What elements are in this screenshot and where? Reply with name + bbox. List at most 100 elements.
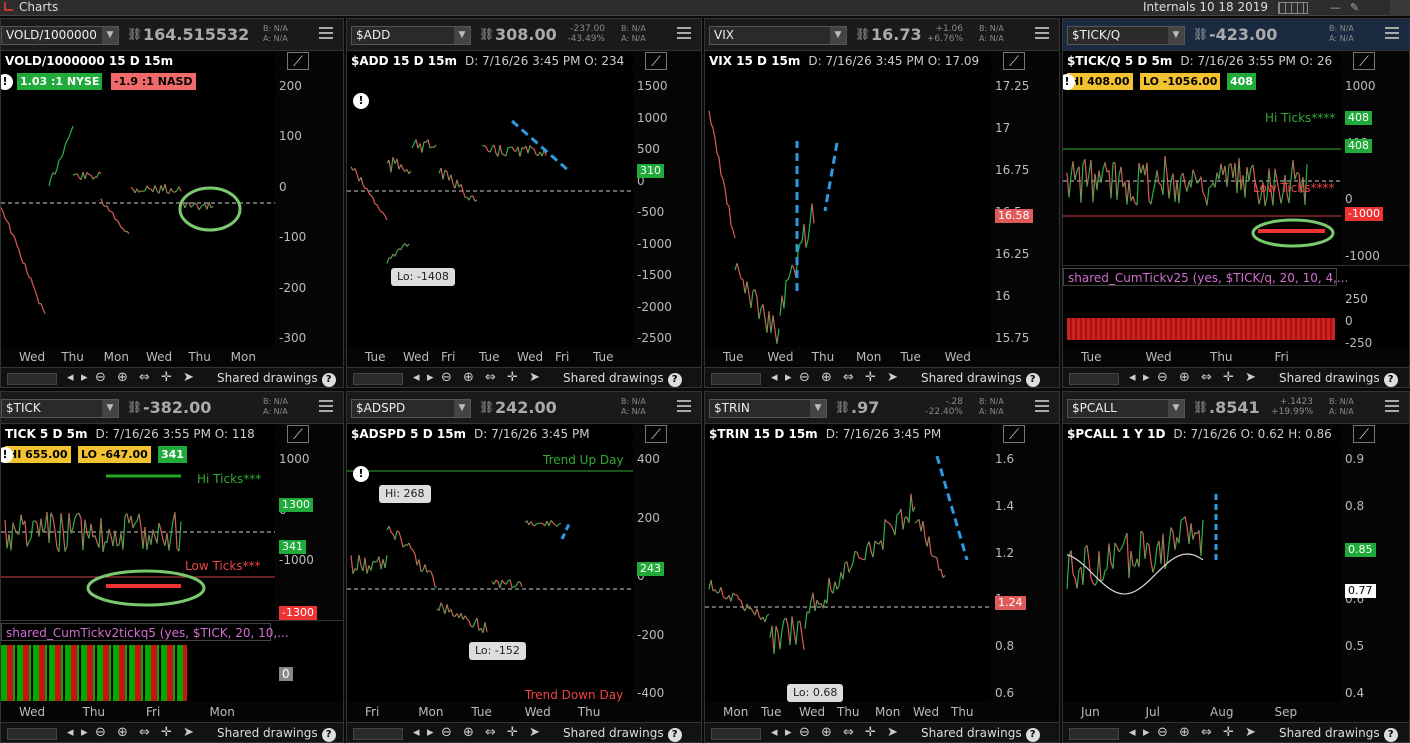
symbol-selector[interactable]: VIX ▼: [709, 26, 847, 45]
link-icon[interactable]: ⛓: [479, 27, 494, 43]
scroll-left-icon[interactable]: ◂: [67, 370, 74, 385]
panel-menu-icon[interactable]: [319, 400, 333, 412]
symbol-selector[interactable]: $PCALL ▼: [1067, 399, 1185, 418]
shared-drawings-menu[interactable]: Shared drawings?: [921, 371, 1040, 387]
scroll-thumb[interactable]: [711, 373, 761, 385]
crosshair-icon[interactable]: ✛: [1223, 370, 1234, 385]
scroll-left-icon[interactable]: ◂: [1129, 370, 1136, 385]
scroll-left-icon[interactable]: ◂: [771, 725, 778, 740]
fit-icon[interactable]: ⇔: [843, 370, 854, 385]
zoom-out-icon[interactable]: ⊖: [1157, 725, 1168, 740]
fit-icon[interactable]: ⇔: [139, 370, 150, 385]
scroll-thumb[interactable]: [7, 728, 57, 740]
scroll-left-icon[interactable]: ◂: [771, 370, 778, 385]
zoom-out-icon[interactable]: ⊖: [95, 725, 106, 740]
crosshair-icon[interactable]: ✛: [161, 370, 172, 385]
drawing-tool-icon[interactable]: ⟋: [1003, 425, 1025, 443]
chevron-down-icon[interactable]: ▼: [454, 27, 470, 44]
scroll-right-icon[interactable]: ▸: [81, 725, 88, 740]
crosshair-icon[interactable]: ✛: [161, 725, 172, 740]
fit-icon[interactable]: ⇔: [485, 725, 496, 740]
help-icon[interactable]: ?: [1025, 728, 1040, 742]
pointer-icon[interactable]: ➤: [183, 725, 194, 740]
zoom-out-icon[interactable]: ⊖: [441, 370, 452, 385]
chevron-down-icon[interactable]: ▼: [102, 27, 118, 44]
pin-icon[interactable]: ✎: [1350, 0, 1359, 15]
panel-menu-icon[interactable]: [1035, 400, 1049, 412]
chevron-down-icon[interactable]: ▼: [810, 400, 826, 417]
panel-menu-icon[interactable]: [1035, 27, 1049, 39]
scroll-thumb[interactable]: [7, 373, 57, 385]
fit-icon[interactable]: ⇔: [139, 725, 150, 740]
pointer-icon[interactable]: ➤: [529, 725, 540, 740]
zoom-out-icon[interactable]: ⊖: [799, 370, 810, 385]
alert-icon[interactable]: !: [353, 466, 369, 482]
chevron-down-icon[interactable]: ▼: [454, 400, 470, 417]
help-icon[interactable]: ?: [321, 728, 336, 742]
symbol-selector[interactable]: $ADSPD ▼: [351, 399, 471, 418]
help-icon[interactable]: ?: [1025, 373, 1040, 387]
crosshair-icon[interactable]: ✛: [507, 370, 518, 385]
symbol-selector[interactable]: $TRIN ▼: [709, 399, 827, 418]
link-icon[interactable]: ⛓: [835, 400, 850, 416]
scroll-thumb[interactable]: [1069, 728, 1119, 740]
scroll-thumb[interactable]: [353, 373, 403, 385]
scroll-left-icon[interactable]: ◂: [413, 370, 420, 385]
help-icon[interactable]: ?: [667, 728, 682, 742]
zoom-out-icon[interactable]: ⊖: [441, 725, 452, 740]
help-icon[interactable]: ?: [321, 373, 336, 387]
link-icon[interactable]: ⛓: [855, 27, 870, 43]
zoom-out-icon[interactable]: ⊖: [799, 725, 810, 740]
symbol-selector[interactable]: $TICK ▼: [1, 399, 119, 418]
time-axis[interactable]: Mon Tue Wed Thu Mon Wed Thu: [705, 702, 991, 722]
shared-drawings-menu[interactable]: Shared drawings?: [217, 371, 336, 387]
zoom-in-icon[interactable]: ⊕: [117, 370, 128, 385]
time-axis[interactable]: Tue Wed Fri Tue Wed Fri Tue: [347, 347, 633, 367]
symbol-selector[interactable]: $TICK/Q ▼: [1067, 26, 1185, 45]
minimize-icon[interactable]: —: [1330, 0, 1341, 15]
fit-icon[interactable]: ⇔: [1201, 370, 1212, 385]
crosshair-icon[interactable]: ✛: [507, 725, 518, 740]
time-axis[interactable]: Jun Jul Aug Sep: [1063, 702, 1341, 722]
zoom-in-icon[interactable]: ⊕: [463, 725, 474, 740]
drawing-tool-icon[interactable]: ⟋: [645, 52, 667, 70]
scroll-right-icon[interactable]: ▸: [785, 725, 792, 740]
scroll-right-icon[interactable]: ▸: [1143, 370, 1150, 385]
zoom-out-icon[interactable]: ⊖: [1157, 370, 1168, 385]
lower-study[interactable]: shared_CumTickv25 (yes, $TICK/q, 20, 10,…: [1063, 265, 1409, 350]
alert-icon[interactable]: !: [353, 93, 369, 109]
crosshair-icon[interactable]: ✛: [865, 370, 876, 385]
pointer-icon[interactable]: ➤: [1245, 370, 1256, 385]
scroll-thumb[interactable]: [353, 728, 403, 740]
price-axis[interactable]: 10004080-1000: [1345, 71, 1407, 265]
chevron-down-icon[interactable]: ▼: [1168, 400, 1184, 417]
symbol-selector[interactable]: $ADD ▼: [351, 26, 471, 45]
price-axis[interactable]: 200 100 0 -100 -200 -300: [279, 71, 341, 347]
fit-icon[interactable]: ⇔: [843, 725, 854, 740]
shared-drawings-menu[interactable]: Shared drawings?: [217, 726, 336, 742]
panel-menu-icon[interactable]: [677, 27, 691, 39]
scroll-left-icon[interactable]: ◂: [413, 725, 420, 740]
shared-drawings-menu[interactable]: Shared drawings?: [921, 726, 1040, 742]
crosshair-icon[interactable]: ✛: [865, 725, 876, 740]
shared-drawings-menu[interactable]: Shared drawings?: [563, 726, 682, 742]
chevron-down-icon[interactable]: ▼: [1168, 27, 1184, 44]
pointer-icon[interactable]: ➤: [183, 370, 194, 385]
price-plot[interactable]: [347, 444, 633, 702]
pointer-icon[interactable]: ➤: [887, 370, 898, 385]
time-axis[interactable]: Wed Thu Fri Mon: [1, 702, 275, 722]
scroll-right-icon[interactable]: ▸: [81, 370, 88, 385]
shared-drawings-menu[interactable]: Shared drawings?: [1279, 726, 1398, 742]
price-axis[interactable]: 1500 1000 500 0 -500 -1000 -1500 -2000 -2500: [637, 71, 699, 347]
link-icon[interactable]: ⛓: [1193, 27, 1208, 43]
scroll-right-icon[interactable]: ▸: [427, 370, 434, 385]
pointer-icon[interactable]: ➤: [887, 725, 898, 740]
price-plot[interactable]: [347, 71, 633, 347]
price-plot[interactable]: [1063, 71, 1341, 265]
link-icon[interactable]: ⛓: [1193, 400, 1208, 416]
drawing-tool-icon[interactable]: ⟋: [287, 425, 309, 443]
symbol-selector[interactable]: VOLD/1000000 ▼: [1, 26, 119, 45]
shared-drawings-menu[interactable]: Shared drawings?: [1279, 371, 1398, 387]
scroll-right-icon[interactable]: ▸: [427, 725, 434, 740]
drawing-tool-icon[interactable]: ⟋: [1353, 52, 1375, 70]
